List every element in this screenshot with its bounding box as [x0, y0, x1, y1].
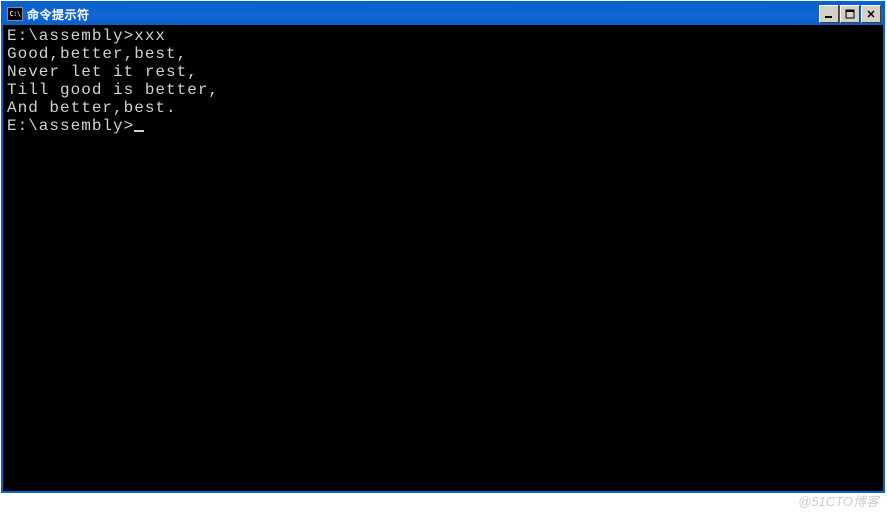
app-icon-text: C:\ — [9, 10, 20, 18]
terminal-line: Till good is better, — [7, 81, 879, 99]
minimize-button[interactable] — [819, 5, 839, 23]
app-icon: C:\ — [7, 7, 23, 21]
terminal-line: E:\assembly>xxx — [7, 27, 879, 45]
prompt-text: E:\assembly> — [7, 117, 134, 135]
terminal-output[interactable]: E:\assembly>xxxGood,better,best,Never le… — [3, 25, 883, 491]
terminal-line: Good,better,best, — [7, 45, 879, 63]
window-controls — [819, 5, 881, 23]
terminal-line: Never let it rest, — [7, 63, 879, 81]
maximize-button[interactable] — [840, 5, 860, 23]
terminal-prompt-line: E:\assembly> — [7, 117, 144, 135]
terminal-line: And better,best. — [7, 99, 879, 117]
close-button[interactable] — [861, 5, 881, 23]
minimize-icon — [824, 9, 834, 19]
title-left: C:\ 命令提示符 — [5, 6, 90, 23]
cursor — [134, 130, 144, 132]
maximize-icon — [845, 9, 855, 19]
close-icon — [866, 9, 876, 19]
title-bar[interactable]: C:\ 命令提示符 — [3, 3, 883, 25]
watermark: @51CTO博客 — [798, 491, 879, 510]
window-title: 命令提示符 — [27, 6, 90, 23]
command-prompt-window: C:\ 命令提示符 E:\assembly>xxxGood,better,bes… — [1, 1, 885, 493]
